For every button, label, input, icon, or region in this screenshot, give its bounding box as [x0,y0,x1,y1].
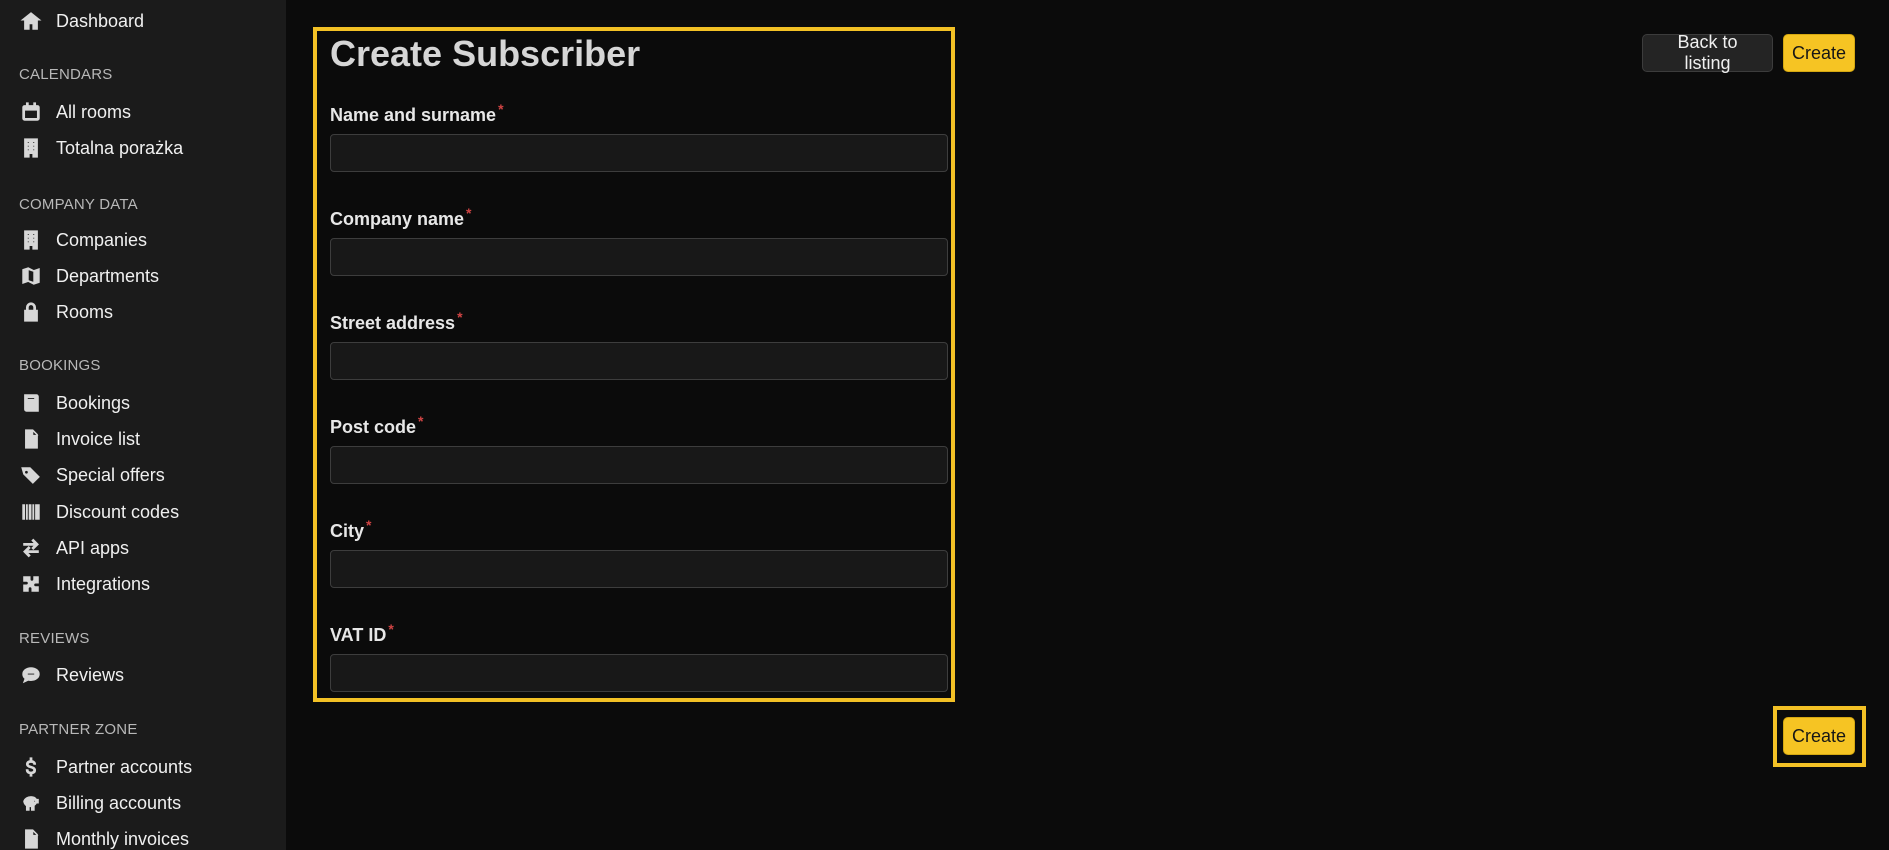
field-label: City * [330,513,948,541]
field-label-text: Company name [330,209,465,229]
calendar-icon [19,100,43,124]
required-indicator: * [498,101,504,117]
sidebar-item-label: Reviews [56,664,125,685]
page-title: Create Subscriber [330,33,641,74]
sidebar-item-dashboard[interactable]: Dashboard [19,6,269,36]
sidebar-item-label: API apps [56,537,130,558]
sidebar-item-bookings[interactable]: Bookings [19,388,269,418]
file-icon [19,827,43,850]
sidebar-item-label: Monthly invoices [56,828,190,849]
vat-id-input[interactable] [330,654,948,692]
map-icon [19,264,43,288]
field-label: VAT ID * [330,617,948,645]
name-and-surname-field: Name and surname * [330,97,948,172]
field-label: Post code * [330,409,948,437]
sidebar-item-reviews[interactable]: Reviews [19,660,269,690]
street-address-input[interactable] [330,342,948,380]
file-icon [19,427,43,451]
sidebar-item-partner-accounts[interactable]: Partner accounts [19,752,269,782]
sidebar-item-label: Billing accounts [56,792,182,813]
sidebar-section-partner-zone: PARTNER ZONE [19,721,138,738]
sidebar: Dashboard CALENDARS All rooms Totalna po… [0,0,286,850]
building-icon [19,228,43,252]
required-indicator: * [388,621,394,637]
main-content: Create Subscriber Name and surname * Comp… [286,0,1889,850]
sidebar-item-label: All rooms [56,101,132,122]
building-icon [19,136,43,160]
sidebar-item-discount-codes[interactable]: Discount codes [19,497,269,527]
field-label-text: City [330,521,365,541]
sidebar-item-departments[interactable]: Departments [19,261,269,291]
sidebar-item-label: Discount codes [56,501,180,522]
company-name-input[interactable] [330,238,948,276]
sidebar-item-monthly-invoices[interactable]: Monthly invoices [19,824,269,850]
sidebar-item-invoice-list[interactable]: Invoice list [19,424,269,454]
sidebar-item-label: Totalna porażka [56,137,184,158]
city-input[interactable] [330,550,948,588]
field-label-text: Street address [330,313,456,333]
book-icon [19,391,43,415]
puzzle-icon [19,572,43,596]
piggy-bank-icon [19,791,43,815]
required-indicator: * [366,517,372,533]
city-field: City * [330,513,948,588]
sidebar-item-label: Partner accounts [56,756,193,777]
sidebar-item-label: Invoice list [56,428,141,449]
field-label: Name and surname * [330,97,948,125]
home-icon [19,9,43,33]
field-label-text: VAT ID [330,625,387,645]
tags-icon [19,463,43,487]
sidebar-item-api-apps[interactable]: API apps [19,533,269,563]
sidebar-section-bookings: BOOKINGS [19,357,101,374]
app-window: Dashboard CALENDARS All rooms Totalna po… [0,0,1889,850]
field-label: Company name * [330,201,948,229]
sidebar-item-totalna-porazka[interactable]: Totalna porażka [19,133,269,163]
dollar-icon [19,755,43,779]
sidebar-item-label: Departments [56,265,160,286]
street-address-field: Street address * [330,305,948,380]
required-indicator: * [457,309,463,325]
name-and-surname-input[interactable] [330,134,948,172]
sidebar-item-label: Bookings [56,392,131,413]
field-label: Street address * [330,305,948,333]
sidebar-section-company-data: COMPANY DATA [19,196,138,213]
sidebar-item-label: Companies [56,229,148,250]
post-code-field: Post code * [330,409,948,484]
sidebar-item-all-rooms[interactable]: All rooms [19,97,269,127]
sidebar-item-label: Rooms [56,301,114,322]
create-button-bottom[interactable]: Create [1783,717,1855,755]
vat-id-field: VAT ID * [330,617,948,692]
field-label-text: Post code [330,417,417,437]
sidebar-item-label: Dashboard [56,10,145,31]
sidebar-item-label: Special offers [56,464,165,485]
sidebar-item-companies[interactable]: Companies [19,225,269,255]
comment-icon [19,663,43,687]
company-name-field: Company name * [330,201,948,276]
sidebar-item-special-offers[interactable]: Special offers [19,460,269,490]
back-to-listing-button[interactable]: Back to listing [1642,32,1773,73]
field-label-text: Name and surname [330,105,497,125]
required-indicator: * [466,205,472,221]
sidebar-item-billing-accounts[interactable]: Billing accounts [19,788,269,818]
sidebar-section-calendars: CALENDARS [19,66,113,83]
barcode-icon [19,500,43,524]
exchange-icon [19,536,43,560]
sidebar-section-reviews: REVIEWS [19,630,90,647]
lock-icon [19,300,43,324]
create-button-top[interactable]: Create [1783,34,1855,72]
post-code-input[interactable] [330,446,948,484]
sidebar-item-rooms[interactable]: Rooms [19,297,269,327]
sidebar-item-label: Integrations [56,573,151,594]
sidebar-item-integrations[interactable]: Integrations [19,569,269,599]
required-indicator: * [418,413,424,429]
